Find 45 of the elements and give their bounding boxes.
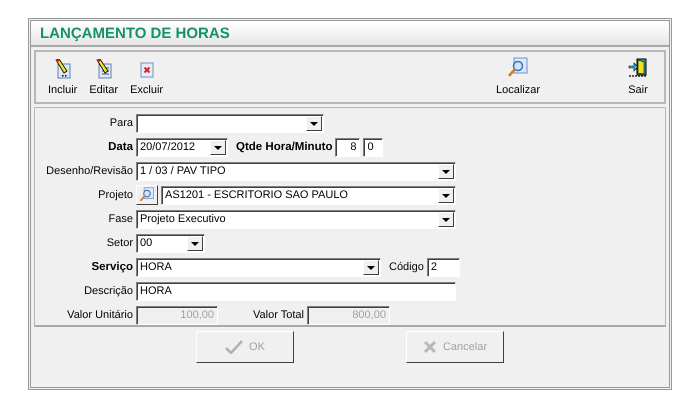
- field-label: Projeto: [97, 189, 133, 201]
- checkmark-icon: [225, 340, 244, 354]
- exit-door-icon: [627, 57, 649, 79]
- field-label: Código: [389, 261, 424, 273]
- field-label: Serviço: [90, 261, 133, 273]
- search-icon: [506, 57, 529, 79]
- delete-document-icon: [138, 61, 155, 79]
- description-field[interactable]: HORA: [136, 282, 456, 300]
- field-label: Descrição: [83, 285, 133, 297]
- date-dropdown[interactable]: 20/07/2012: [136, 138, 228, 156]
- toolbar-button[interactable]: Localizar: [490, 52, 546, 102]
- cross-icon: [422, 340, 437, 354]
- pencil-document-icon: [94, 59, 113, 79]
- service-dropdown[interactable]: HORA: [136, 258, 381, 276]
- dropdown-button[interactable]: [363, 260, 379, 274]
- dropdown-button[interactable]: [306, 116, 322, 130]
- search-button[interactable]: [136, 185, 158, 205]
- phase-dropdown[interactable]: Projeto Executivo: [136, 210, 456, 228]
- field-label: Desenho/Revisão: [45, 165, 133, 177]
- drawing-dropdown[interactable]: 1 / 03 / PAV TIPO: [136, 162, 456, 180]
- field-label: Qtde Hora/Minuto: [236, 141, 332, 153]
- toolbar-button[interactable]: Sair: [618, 52, 658, 102]
- hours-field[interactable]: 8: [335, 138, 360, 156]
- field-label: Valor Total: [253, 309, 304, 321]
- project-dropdown[interactable]: AS1201 - ESCRITORIO SAO PAULO: [161, 186, 456, 204]
- search-icon: [139, 187, 155, 203]
- field-label: Fase: [108, 213, 133, 225]
- dropdown-button[interactable]: [187, 236, 203, 250]
- minutes-field[interactable]: 0: [363, 138, 384, 156]
- dropdown-button[interactable]: [438, 164, 454, 178]
- field-label: Valor Unitário: [66, 309, 133, 321]
- field-label: Para: [108, 117, 133, 129]
- dropdown-button[interactable]: [210, 140, 226, 154]
- toolbar-button[interactable]: Excluir: [124, 52, 170, 102]
- window-title: LANÇAMENTO DE HORAS: [40, 24, 230, 42]
- field-label: Setor: [106, 237, 133, 249]
- field-label: Data: [107, 141, 133, 153]
- sector-dropdown[interactable]: 00: [136, 234, 205, 252]
- code-field[interactable]: 2: [426, 258, 460, 276]
- toolbar-button[interactable]: Incluir: [42, 52, 84, 102]
- pencil-document-icon: [54, 59, 72, 79]
- dropdown-button[interactable]: [438, 212, 454, 226]
- para-dropdown[interactable]: [136, 114, 324, 132]
- dropdown-button[interactable]: [438, 188, 454, 202]
- toolbar-button[interactable]: Editar: [83, 52, 124, 102]
